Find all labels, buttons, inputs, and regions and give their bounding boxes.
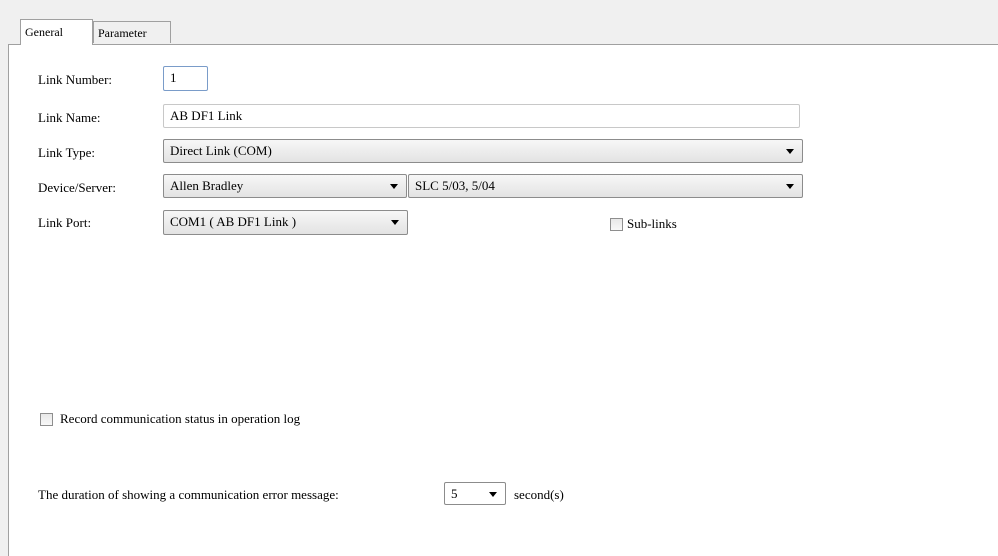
duration-label: The duration of showing a communication … xyxy=(38,487,339,502)
device-server-label: Device/Server: xyxy=(38,180,116,195)
record-log-label: Record communication status in operation… xyxy=(60,411,301,426)
sublinks-checkbox[interactable] xyxy=(610,218,623,231)
link-port-label: Link Port: xyxy=(38,215,92,230)
link-type-value: Direct Link (COM) xyxy=(170,143,272,158)
duration-unit-label: second(s) xyxy=(514,487,564,502)
link-port-value: COM1 ( AB DF1 Link ) xyxy=(170,214,297,229)
link-type-select[interactable]: Direct Link (COM) xyxy=(163,139,803,163)
link-port-select[interactable]: COM1 ( AB DF1 Link ) xyxy=(163,210,408,235)
link-number-input[interactable]: 1 xyxy=(163,66,208,91)
sublinks-label: Sub-links xyxy=(627,216,677,231)
link-number-label: Link Number: xyxy=(38,72,113,87)
chevron-down-icon xyxy=(786,149,794,154)
chevron-down-icon xyxy=(390,184,398,189)
link-type-label: Link Type: xyxy=(38,145,95,160)
chevron-down-icon xyxy=(786,184,794,189)
tab-general[interactable]: General xyxy=(20,19,93,45)
tab-general-label: General xyxy=(25,25,63,39)
tab-parameter-label: Parameter xyxy=(98,26,147,40)
link-name-input[interactable]: AB DF1 Link xyxy=(163,104,800,128)
device-model-value: SLC 5/03, 5/04 xyxy=(415,178,495,193)
tab-parameter[interactable]: Parameter xyxy=(93,21,171,43)
record-log-checkbox[interactable] xyxy=(40,413,53,426)
duration-select[interactable]: 5 xyxy=(444,482,506,505)
chevron-down-icon xyxy=(489,492,497,497)
device-vendor-select[interactable]: Allen Bradley xyxy=(163,174,407,198)
link-name-label: Link Name: xyxy=(38,110,101,125)
device-vendor-value: Allen Bradley xyxy=(170,178,244,193)
device-model-select[interactable]: SLC 5/03, 5/04 xyxy=(408,174,803,198)
chevron-down-icon xyxy=(391,220,399,225)
duration-value: 5 xyxy=(451,486,458,501)
